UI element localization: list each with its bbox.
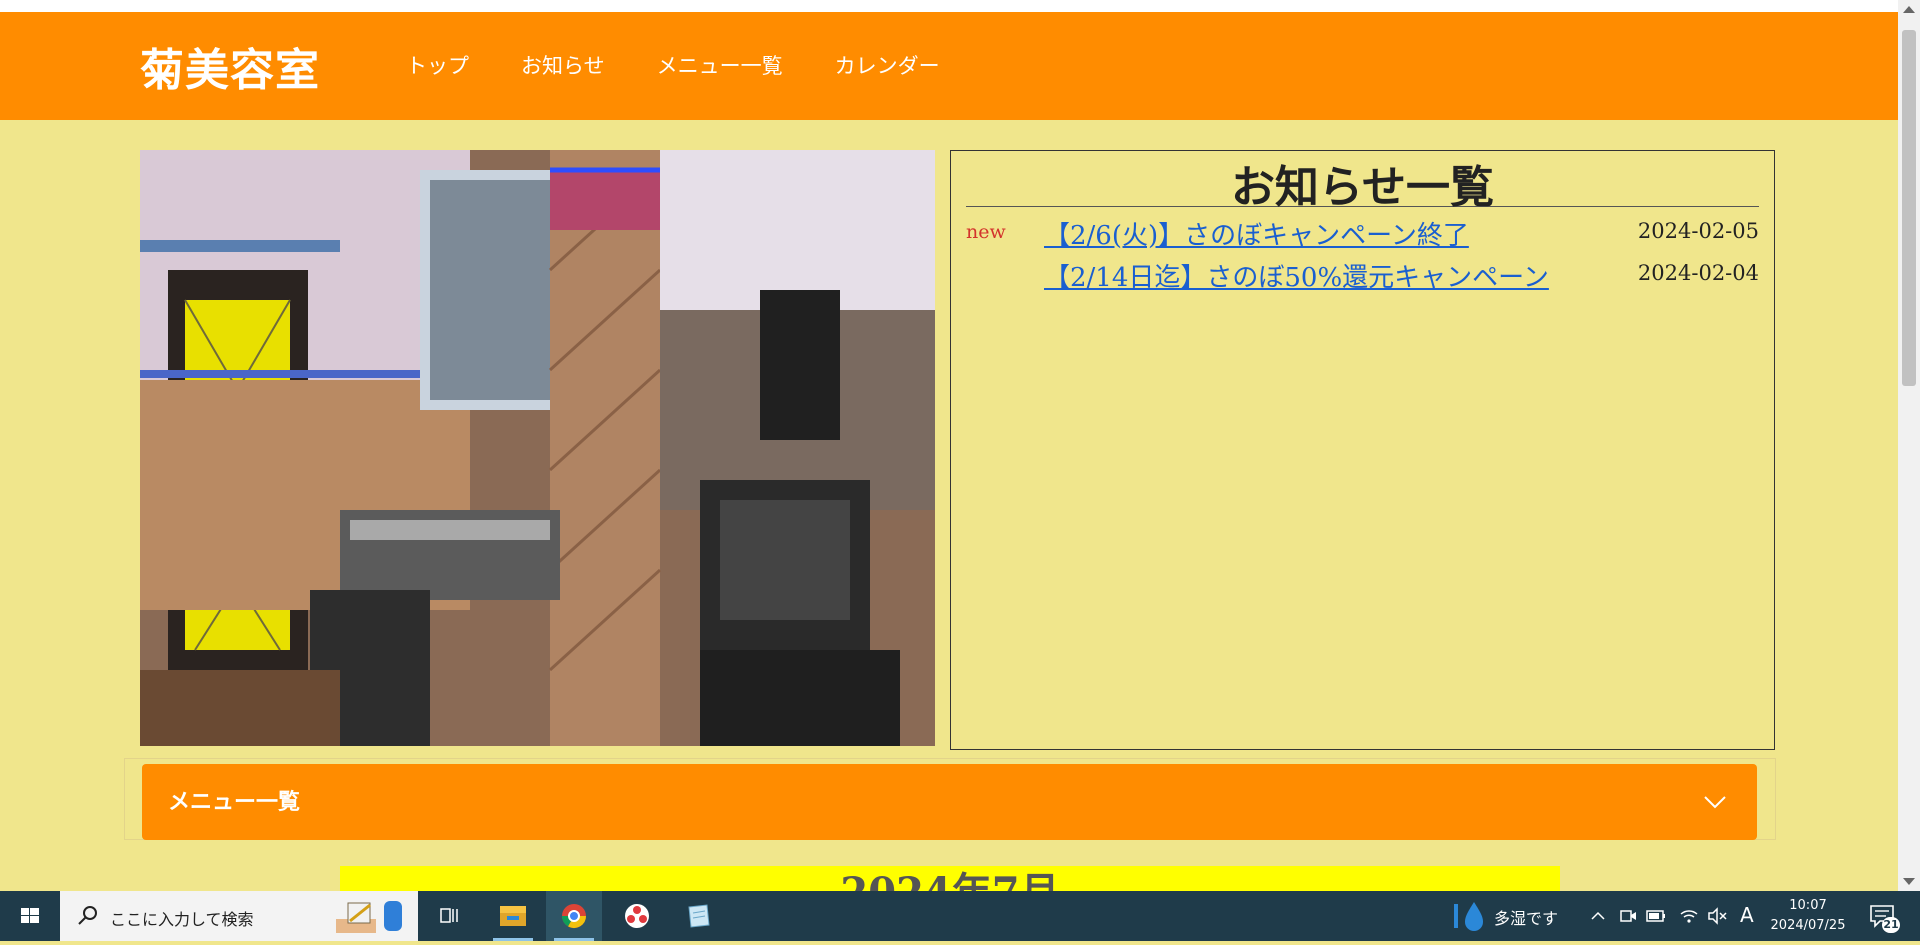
start-button[interactable] xyxy=(0,891,60,941)
calendar-month-title: 2024年7月 xyxy=(840,869,1060,894)
menu-accordion-wrapper: メニュー一覧 xyxy=(124,758,1776,840)
chrome-icon xyxy=(562,904,586,929)
system-clock[interactable]: 10:07 2024/07/25 xyxy=(1768,896,1848,936)
nav-news[interactable]: お知らせ xyxy=(521,50,605,80)
clock-date: 2024/07/25 xyxy=(1770,918,1846,933)
chevron-up-icon[interactable] xyxy=(1588,906,1608,926)
news-title: お知らせ一覧 xyxy=(966,151,1759,213)
calendar-header: 2024年7月 xyxy=(340,866,1560,894)
battery-icon[interactable] xyxy=(1645,906,1667,926)
chevron-down-icon xyxy=(1704,796,1726,809)
clock-time: 10:07 xyxy=(1789,898,1827,913)
file-explorer-taskbar-button[interactable] xyxy=(485,891,541,941)
nav-calendar[interactable]: カレンダー xyxy=(835,50,940,80)
scrollbar-thumb[interactable] xyxy=(1902,30,1916,386)
weather-humidity-icon[interactable] xyxy=(1450,896,1490,936)
search-highlight-illustration-icon xyxy=(336,901,402,933)
notepad-taskbar-button[interactable] xyxy=(671,891,727,941)
wifi-icon[interactable] xyxy=(1678,906,1700,926)
main-nav: トップ お知らせ メニュー一覧 カレンダー xyxy=(406,50,940,80)
salon-interior-photo xyxy=(140,150,935,746)
nav-menu[interactable]: メニュー一覧 xyxy=(657,50,783,80)
menu-accordion-header[interactable]: メニュー一覧 xyxy=(142,764,1757,840)
windows-taskbar: ここに入力して検索 多湿です A 10:07 2024/07/25 21 xyxy=(0,891,1920,941)
scroll-up-arrow-icon[interactable] xyxy=(1903,6,1915,13)
browser-top-strip xyxy=(0,0,1898,12)
notification-center-button[interactable]: 21 xyxy=(1862,899,1902,933)
search-icon xyxy=(78,906,97,925)
speaker-muted-icon[interactable] xyxy=(1706,906,1728,926)
notepad-icon xyxy=(688,904,710,928)
nav-top[interactable]: トップ xyxy=(406,50,469,80)
chrome-taskbar-button[interactable] xyxy=(546,891,602,941)
ime-indicator[interactable]: A xyxy=(1740,903,1754,927)
news-item: new 【2/6(火)】さのぼキャンペーン終了 2024-02-05 xyxy=(966,215,1759,255)
news-item: 【2/14日迄】さのぼ50%還元キャンペーン 2024-02-04 xyxy=(966,257,1759,297)
task-view-button[interactable] xyxy=(421,891,477,941)
site-header: 菊美容室 トップ お知らせ メニュー一覧 カレンダー xyxy=(0,12,1898,120)
news-date: 2024-02-04 xyxy=(1637,261,1759,285)
taskbar-search-box[interactable]: ここに入力して検索 xyxy=(60,891,418,941)
notification-count-badge: 21 xyxy=(1882,917,1900,933)
folder-icon xyxy=(500,906,526,926)
new-badge: new xyxy=(966,221,1006,243)
page-scrollbar[interactable] xyxy=(1898,0,1920,891)
menu-accordion-label: メニュー一覧 xyxy=(168,789,301,815)
windows-logo-icon xyxy=(21,908,39,923)
task-view-icon xyxy=(440,908,458,923)
flower-app-icon xyxy=(625,904,649,928)
meet-now-icon[interactable] xyxy=(1618,906,1638,926)
news-link[interactable]: 【2/14日迄】さのぼ50%還元キャンペーン xyxy=(1044,257,1549,294)
app-taskbar-button[interactable] xyxy=(609,891,665,941)
news-panel: お知らせ一覧 new 【2/6(火)】さのぼキャンペーン終了 2024-02-0… xyxy=(950,150,1775,750)
site-logo[interactable]: 菊美容室 xyxy=(140,34,320,98)
scroll-down-arrow-icon[interactable] xyxy=(1903,878,1915,885)
news-date: 2024-02-05 xyxy=(1637,219,1759,243)
weather-text[interactable]: 多湿です xyxy=(1494,905,1558,929)
news-link[interactable]: 【2/6(火)】さのぼキャンペーン終了 xyxy=(1044,215,1469,252)
search-placeholder: ここに入力して検索 xyxy=(110,910,254,929)
